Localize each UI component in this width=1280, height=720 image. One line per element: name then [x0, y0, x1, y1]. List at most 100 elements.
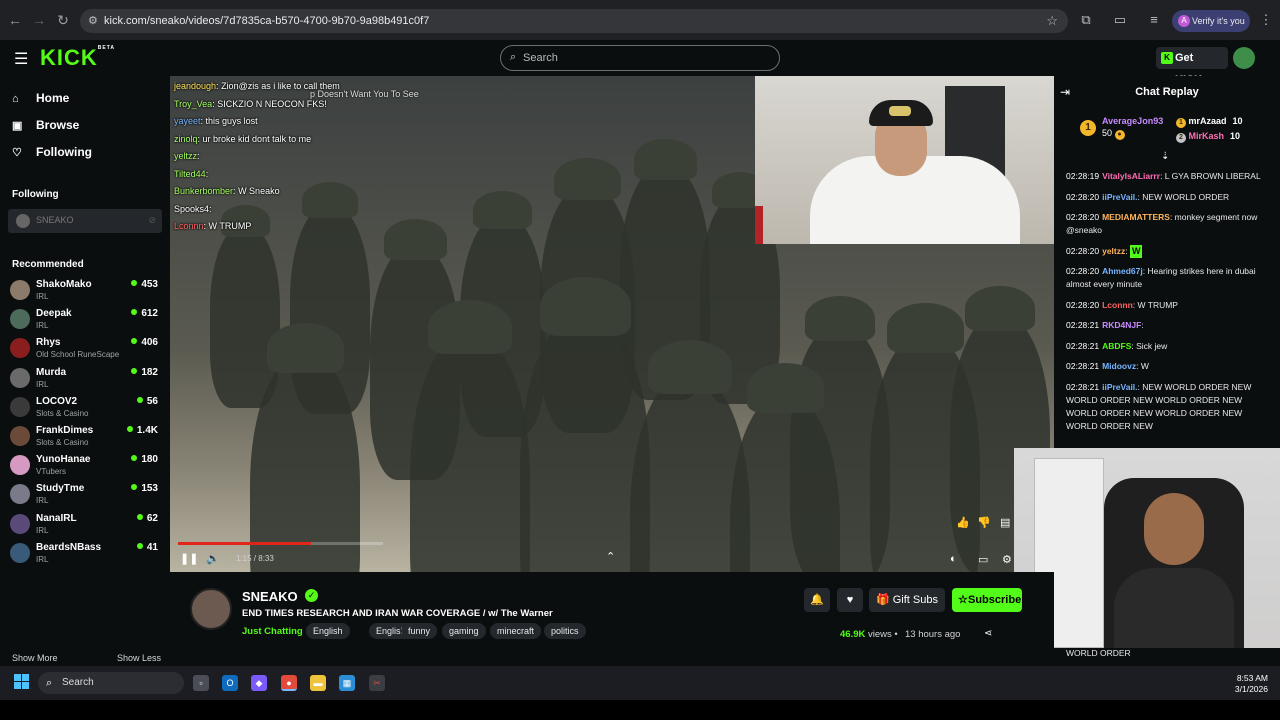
clip-icon[interactable]: ▤ [1000, 516, 1010, 529]
subscribe-button[interactable]: ☆ Subscribe [952, 588, 1022, 612]
video-figure [250, 356, 360, 572]
file-explorer-icon[interactable]: ▬ [310, 675, 326, 691]
rank-badge: 2 [1176, 133, 1186, 143]
copilot-icon[interactable]: ◆ [251, 675, 267, 691]
stream-tag[interactable]: English [306, 623, 350, 639]
notification-bell-button[interactable]: 🔔 [804, 588, 830, 612]
chat-username[interactable]: Lconnn [1102, 300, 1133, 310]
user-avatar[interactable] [1233, 47, 1255, 69]
stream-tag[interactable]: gaming [442, 623, 486, 639]
channel-category: IRL [36, 525, 49, 535]
view-count: 46.9K views • [840, 629, 898, 640]
channel-name: BeardsNBass [36, 541, 102, 553]
chat-username[interactable]: iiPreVail. [1102, 382, 1137, 392]
chat-username[interactable]: ABDFS [1102, 341, 1131, 351]
sidebar-item-following[interactable]: ♡ Following [12, 142, 92, 162]
snipping-tool-icon[interactable]: ✂ [369, 675, 385, 691]
chat-timestamp: 02:28:20 [1066, 299, 1100, 310]
settings-icon[interactable]: ⚙ [1002, 553, 1012, 566]
chat-username[interactable]: VitalyIsALiarrr [1102, 171, 1160, 181]
avatar [10, 513, 30, 534]
recommended-channel[interactable]: ShakoMako IRL 453 [10, 278, 160, 306]
chrome-icon[interactable]: ● [281, 675, 297, 691]
recommended-channel[interactable]: YunoHanae VTubers 180 [10, 453, 160, 481]
kick-logo[interactable]: KICKBETA [40, 45, 115, 71]
category-link[interactable]: Just Chatting [242, 626, 303, 637]
overlay-chat-user: Lconnn [174, 221, 204, 231]
thumbs-down-icon[interactable]: 👎 [977, 516, 991, 529]
recommended-channel[interactable]: Rhys Old School RuneScape 406 [10, 336, 160, 364]
colon: : [205, 168, 209, 179]
chevron-up-icon[interactable]: ⌃ [606, 550, 615, 563]
overlay-chat-user: zinolq [174, 133, 198, 144]
verify-profile-button[interactable]: A Verify it's you [1172, 10, 1250, 32]
recommended-channel[interactable]: LOCOV2 Slots & Casino 56 [10, 395, 160, 423]
follow-button[interactable]: ♥ [837, 588, 863, 612]
chat-message: 02:28:21 RKD4NJF: [1066, 320, 1144, 330]
outlook-icon[interactable]: O [222, 675, 238, 691]
media-icon[interactable]: ≡ [1146, 12, 1162, 27]
recommended-channel[interactable]: FrankDimes Slots & Casino 1.4K [10, 424, 160, 452]
extensions-icon[interactable]: ⧉ [1078, 12, 1094, 28]
pause-icon[interactable]: ❚❚ [180, 552, 198, 566]
store-icon[interactable]: ▦ [339, 675, 355, 691]
menu-icon[interactable]: ☰ [14, 49, 28, 69]
share-icon[interactable]: ⋖ [984, 628, 992, 639]
site-info-icon[interactable]: ⚙ [88, 14, 98, 27]
chat-username[interactable]: yeltzz [1102, 246, 1125, 256]
taskbar-search[interactable]: ⌕ Search [38, 672, 184, 694]
sidebar-item-browse[interactable]: ▣ Browse [12, 115, 79, 135]
chat-username[interactable]: MEDIAMATTERS [1102, 212, 1170, 222]
clock-time: 8:53 AM [1236, 673, 1268, 683]
leaderboard-row: 2 MirKash 10 [1176, 131, 1240, 143]
address-bar[interactable]: ⚙ kick.com/sneako/videos/7d7835ca-b570-4… [80, 9, 1068, 33]
bookmark-star-icon[interactable]: ☆ [1046, 13, 1058, 29]
chat-username[interactable]: iiPreVail. [1102, 192, 1137, 202]
stream-tag[interactable]: minecraft [490, 623, 542, 639]
chat-message: 02:28:21 ABDFS: Sick jew [1066, 340, 1168, 351]
show-less-link[interactable]: Show Less [117, 653, 161, 663]
channel-avatar[interactable] [190, 588, 232, 630]
tab-search-icon[interactable]: ▭ [1112, 12, 1128, 28]
task-view-icon[interactable]: ▫ [193, 675, 209, 691]
chat-username[interactable]: Ahmed67j [1102, 266, 1143, 276]
recommended-channel[interactable]: Deepak IRL 612 [10, 307, 160, 335]
viewer-count: 182 [131, 367, 158, 378]
avatar [10, 280, 30, 300]
search-input[interactable]: ⌕ Search [500, 45, 780, 71]
heart-icon: ♥ [846, 594, 854, 606]
recommended-channel[interactable]: BeardsNBass IRL 41 [10, 541, 160, 569]
system-clock[interactable]: 8:53 AM 3/1/2026 [1226, 673, 1268, 695]
followed-channel[interactable]: SNEAKO ⊘ [8, 209, 162, 233]
video-player[interactable]: jeandough: Zion@zis as i like to call th… [170, 76, 1054, 572]
thumbs-up-icon[interactable]: 👍 [956, 516, 970, 529]
theater-icon[interactable]: ◐ [950, 553, 957, 565]
avatar [10, 542, 30, 563]
chevron-down-icon[interactable]: ⇣ [1161, 151, 1169, 162]
overlay-chat-line: yayeet: this guys lost [174, 113, 340, 131]
stream-age: 13 hours ago [905, 629, 961, 640]
reload-icon[interactable]: ↻ [54, 11, 72, 29]
recommended-channel[interactable]: NanaIRL IRL 62 [10, 512, 160, 540]
video-figure [410, 336, 530, 572]
forward-icon[interactable]: → [30, 11, 48, 29]
show-more-link[interactable]: Show More [12, 653, 58, 663]
sidebar-item-home[interactable]: ⌂ Home [12, 88, 69, 108]
back-icon[interactable]: ← [6, 11, 24, 29]
volume-icon[interactable]: 🔈 [206, 552, 220, 565]
stream-tag[interactable]: funny [401, 623, 438, 639]
progress-bar[interactable] [178, 542, 383, 545]
chat-username[interactable]: Midoovz [1102, 361, 1136, 371]
recommended-channel[interactable]: StudyTme IRL 153 [10, 482, 160, 510]
chrome-menu-icon[interactable]: ⋮ [1258, 12, 1274, 28]
captions-icon[interactable]: ▭ [978, 553, 988, 566]
recommended-heading: Recommended [12, 259, 84, 270]
windows-start-icon[interactable] [14, 674, 30, 690]
channel-name[interactable]: SNEAKO [242, 589, 298, 604]
gift-subs-button[interactable]: 🎁 Gift Subs [869, 588, 945, 612]
get-kicks-button[interactable]: K Get KICKs [1156, 47, 1228, 86]
stream-tag[interactable]: politics [544, 623, 586, 639]
gift-icon: 🎁 [875, 594, 890, 606]
chat-username[interactable]: RKD4NJF [1102, 320, 1141, 330]
recommended-channel[interactable]: Murda IRL 182 [10, 366, 160, 394]
